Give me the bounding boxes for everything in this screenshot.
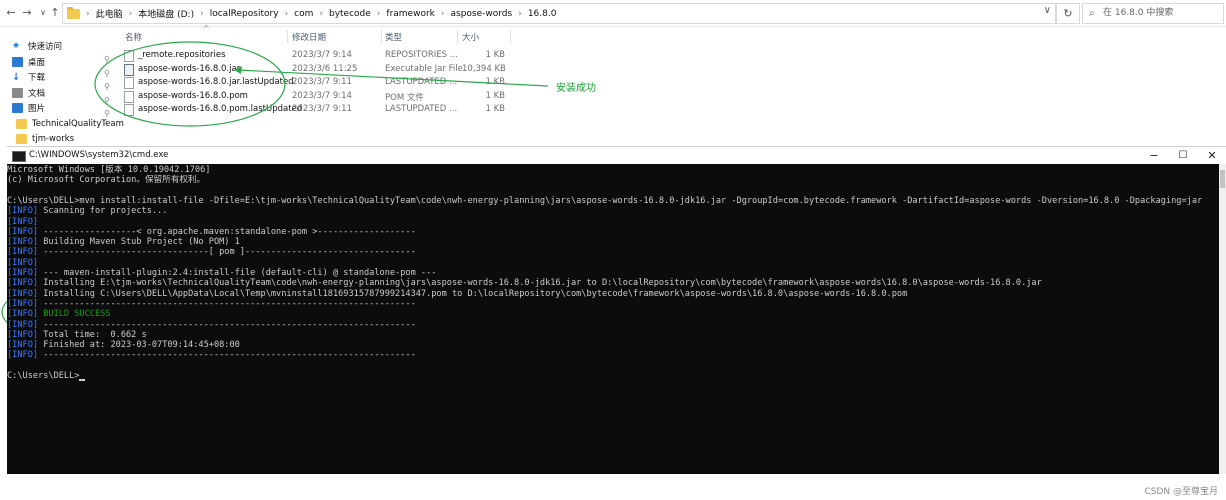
pin-icon: ⚲ xyxy=(104,109,110,118)
console-line-text: C:\Users\DELL> xyxy=(7,371,80,381)
console-line-text: Microsoft Windows [版本 10.0.19042.1706] xyxy=(7,165,211,175)
console-line-text: ------------------< org.apache.maven:sta… xyxy=(43,226,416,237)
console-line: [INFO] Installing C:\Users\DELL\AppData\… xyxy=(7,289,907,299)
maximize-button[interactable]: ☐ xyxy=(1169,148,1197,164)
console-line: [INFO] Scanning for projects... xyxy=(7,206,167,216)
console-line-text: --------------------------------[ pom ]-… xyxy=(43,247,416,258)
console-line: C:\Users\DELL>mvn install:install-file -… xyxy=(7,196,1202,206)
info-prefix: [INFO] xyxy=(7,257,44,268)
console-line-text: Installing C:\Users\DELL\AppData\Local\T… xyxy=(43,288,908,299)
console-line: [INFO] Installing E:\tjm-works\Technical… xyxy=(7,278,1042,288)
info-prefix: [INFO] xyxy=(7,340,44,351)
console-line-text: ----------------------------------------… xyxy=(43,350,416,361)
minimize-button[interactable]: − xyxy=(1140,148,1168,164)
console-line: [INFO] xyxy=(7,258,43,268)
pin-icon: ⚲ xyxy=(104,82,110,91)
console-line-text: (c) Microsoft Corporation。保留所有权利。 xyxy=(7,175,206,186)
annotation-arrow-head xyxy=(234,66,242,74)
console-line-text: Building Maven Stub Project (No POM) 1 xyxy=(43,237,240,248)
console-line: [INFO] Finished at: 2023-03-07T09:14:45+… xyxy=(7,340,240,350)
console-line: [INFO] --- maven-install-plugin:2.4:inst… xyxy=(7,268,436,278)
text-cursor xyxy=(79,379,86,382)
info-prefix: [INFO] xyxy=(7,206,44,217)
info-prefix: [INFO] xyxy=(7,298,44,309)
console-icon xyxy=(12,151,26,162)
watermark: CSDN @至尊宝月 xyxy=(1144,487,1218,497)
info-prefix: [INFO] xyxy=(7,216,44,227)
highlight-ellipse xyxy=(94,41,286,127)
console-line: [INFO] ---------------------------------… xyxy=(7,350,416,360)
info-prefix: [INFO] xyxy=(7,329,44,340)
info-prefix: [INFO] xyxy=(7,350,44,361)
console-line: [INFO] --------------------------------[… xyxy=(7,247,416,257)
info-prefix: [INFO] xyxy=(7,278,44,289)
console-line: [INFO] Total time: 0.662 s xyxy=(7,330,147,340)
console-output[interactable]: Microsoft Windows [版本 10.0.19042.1706] (c… xyxy=(7,164,1219,474)
pin-icon: ⚲ xyxy=(104,69,110,78)
console-line-text: BUILD SUCCESS xyxy=(43,309,111,320)
console-line: (c) Microsoft Corporation。保留所有权利。 xyxy=(7,175,205,185)
console-line: [INFO] Building Maven Stub Project (No P… xyxy=(7,237,240,247)
console-line: [INFO] BUILD SUCCESS xyxy=(7,309,110,319)
console-line: [INFO] ---------------------------------… xyxy=(7,299,416,309)
console-line: C:\Users\DELL> xyxy=(7,371,86,382)
console-line-text: --- maven-install-plugin:2.4:install-fil… xyxy=(43,268,437,278)
console-scrollbar[interactable] xyxy=(1219,164,1226,474)
info-prefix: [INFO] xyxy=(7,247,44,258)
info-prefix: [INFO] xyxy=(7,237,44,248)
page-bottom-strip xyxy=(0,474,1226,500)
cmd-window-title: C:\WINDOWS\system32\cmd.exe xyxy=(29,150,169,160)
console-line: Microsoft Windows [版本 10.0.19042.1706] xyxy=(7,165,210,175)
info-prefix: [INFO] xyxy=(7,288,44,299)
console-line-text: Finished at: 2023-03-07T09:14:45+08:00 xyxy=(43,340,240,351)
console-line: [INFO] xyxy=(7,217,43,227)
info-prefix: [INFO] xyxy=(7,268,44,278)
info-prefix: [INFO] xyxy=(7,226,44,237)
console-line: [INFO] ---------------------------------… xyxy=(7,320,416,330)
pin-icon: ⚲ xyxy=(104,96,110,105)
annotation-label: 安装成功 xyxy=(556,83,596,94)
info-prefix: [INFO] xyxy=(7,309,44,320)
scrollbar-thumb[interactable] xyxy=(1220,170,1225,188)
console-line-text: ----------------------------------------… xyxy=(43,319,416,330)
pin-icon: ⚲ xyxy=(104,55,110,64)
console-line-text: ----------------------------------------… xyxy=(43,298,416,309)
close-button[interactable]: ✕ xyxy=(1198,148,1226,164)
cmd-title-bar[interactable]: C:\WINDOWS\system32\cmd.exe − ☐ ✕ xyxy=(7,146,1226,165)
console-line-text: Scanning for projects... xyxy=(43,206,168,217)
info-prefix: [INFO] xyxy=(7,319,44,330)
console-line-text: C:\Users\DELL>mvn install:install-file -… xyxy=(7,195,1203,206)
console-line-text: Total time: 0.662 s xyxy=(43,329,147,340)
console-line-text: Installing E:\tjm-works\TechnicalQuality… xyxy=(43,278,1042,289)
console-line: [INFO] ------------------< org.apache.ma… xyxy=(7,227,416,237)
